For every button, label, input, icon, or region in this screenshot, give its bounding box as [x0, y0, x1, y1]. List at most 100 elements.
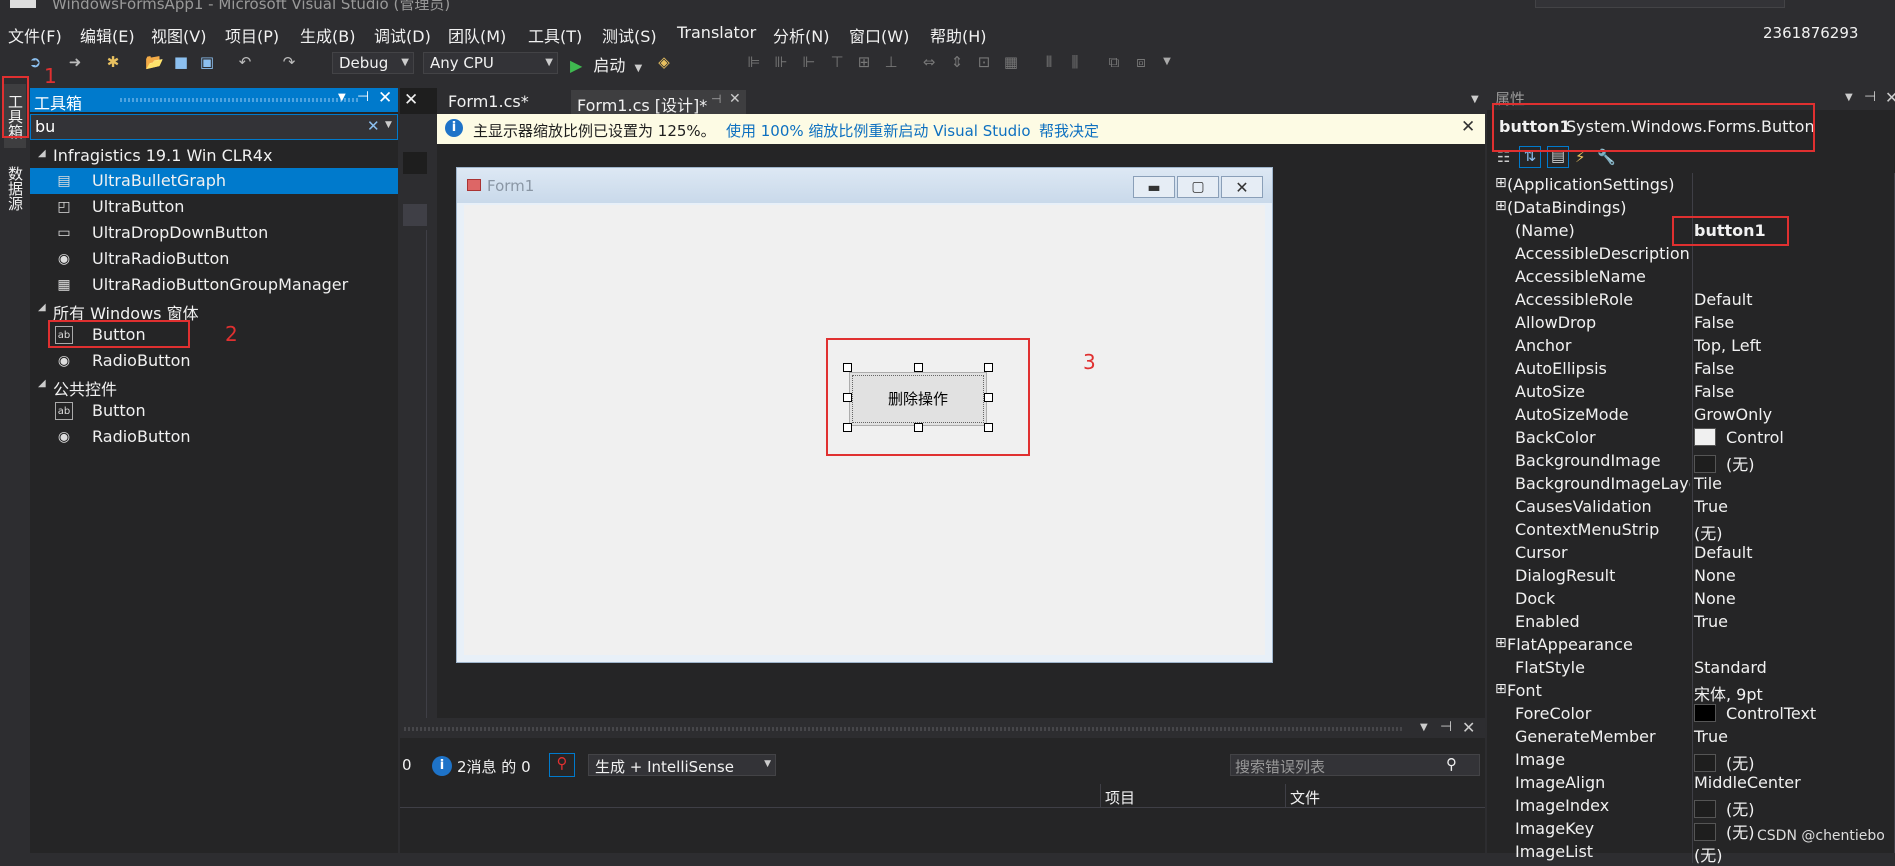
menu-item[interactable]: 窗口(W) [849, 23, 909, 47]
clear-search-icon[interactable]: ✕ [367, 117, 380, 135]
property-value[interactable]: Default [1694, 543, 1752, 562]
property-row[interactable]: GenerateMember True [1487, 725, 1895, 748]
property-value[interactable]: GrowOnly [1694, 405, 1772, 424]
toolbox-item[interactable]: ◰ UltraButton [30, 194, 398, 220]
menu-item[interactable]: 调试(D) [374, 23, 431, 47]
property-row[interactable]: ⊞ Font 宋体, 9pt [1487, 679, 1895, 704]
quick-launch-input[interactable] [1535, 0, 1785, 8]
property-row[interactable]: AutoEllipsis False [1487, 357, 1895, 380]
message-count[interactable]: 2消息 的 0 [457, 756, 531, 777]
vspace-icon[interactable]: ⫼ [1066, 53, 1084, 71]
property-row[interactable]: AccessibleName [1487, 265, 1895, 288]
overflow-icon[interactable]: ▼ [1158, 53, 1176, 71]
menu-item[interactable]: 项目(P) [225, 23, 279, 47]
same-size-icon[interactable]: ⊡ [975, 53, 993, 71]
property-value[interactable]: True [1694, 727, 1728, 746]
expand-plus-icon[interactable]: ⊞ [1495, 681, 1507, 697]
property-value[interactable]: True [1694, 497, 1728, 516]
column-project[interactable]: 项目 [1105, 787, 1135, 808]
tab-form1-cs[interactable]: Form1.cs* [442, 90, 570, 114]
pin-icon[interactable]: ⊣ [1864, 89, 1876, 105]
hspace-icon[interactable]: ⫴ [1040, 53, 1058, 71]
menu-item[interactable]: 文件(F) [8, 23, 62, 47]
property-row[interactable]: BackColor Control [1487, 426, 1895, 449]
maximize-button[interactable]: ▢ [1177, 176, 1219, 198]
property-value[interactable]: MiddleCenter [1694, 773, 1801, 792]
expand-plus-icon[interactable]: ⊞ [1495, 635, 1507, 651]
minimize-button[interactable]: ▬ [1133, 176, 1175, 198]
grid-icon[interactable]: ▦ [1002, 53, 1020, 71]
menu-item[interactable]: 视图(V) [151, 23, 206, 47]
property-row[interactable]: Anchor Top, Left [1487, 334, 1895, 357]
property-row[interactable]: AllowDrop False [1487, 311, 1895, 334]
chevron-down-icon[interactable]: ▼ [1420, 722, 1428, 733]
property-row[interactable]: Image (无) [1487, 748, 1895, 773]
attach-icon[interactable]: ◈ [655, 53, 673, 71]
property-row[interactable]: Enabled True [1487, 610, 1895, 633]
send-back-icon[interactable]: ⧈ [1132, 53, 1150, 71]
property-value[interactable]: False [1694, 359, 1734, 378]
column-file[interactable]: 文件 [1290, 787, 1320, 808]
close-icon[interactable]: ✕ [729, 91, 741, 107]
menu-item[interactable]: 分析(N) [773, 23, 829, 47]
same-width-icon[interactable]: ⇔ [920, 53, 938, 71]
chevron-down-icon[interactable]: ▼ [1845, 92, 1853, 103]
property-row[interactable]: CausesValidation True [1487, 495, 1895, 518]
pin-icon[interactable]: ⊣ [711, 92, 721, 106]
save-icon[interactable]: ■ [172, 53, 190, 71]
expanded-triangle-icon[interactable]: ◢ [38, 302, 46, 313]
toolbox-search-box[interactable]: bu ✕ ▼ [30, 114, 398, 140]
help-decide-link[interactable]: 帮我决定 [1039, 120, 1099, 141]
toolbox-item[interactable]: ◉ RadioButton [30, 348, 398, 374]
property-row[interactable]: BackgroundImage (无) [1487, 449, 1895, 474]
chevron-down-icon[interactable]: ▼ [338, 92, 346, 103]
close-icon[interactable]: ✕ [1461, 117, 1475, 137]
property-row[interactable]: AccessibleRole Default [1487, 288, 1895, 311]
property-value[interactable]: Control [1694, 428, 1784, 447]
property-value[interactable]: True [1694, 612, 1728, 631]
expand-plus-icon[interactable]: ⊞ [1495, 175, 1507, 191]
pin-icon[interactable]: ⊣ [1440, 719, 1452, 735]
toolbox-search-input[interactable]: bu [35, 117, 55, 136]
property-row[interactable]: ⊞ (ApplicationSettings) [1487, 173, 1895, 196]
menu-item[interactable]: 编辑(E) [80, 23, 135, 47]
nav-forward-icon[interactable]: ➜ [66, 53, 84, 71]
expand-plus-icon[interactable]: ⊞ [1495, 198, 1507, 214]
property-row[interactable]: DialogResult None [1487, 564, 1895, 587]
property-row[interactable]: BackgroundImageLayou Tile [1487, 472, 1895, 495]
property-value[interactable]: None [1694, 566, 1736, 585]
property-value[interactable]: Default [1694, 290, 1752, 309]
property-value[interactable]: Standard [1694, 658, 1767, 677]
solution-config-select[interactable]: Debug ▼ [332, 52, 414, 74]
same-height-icon[interactable]: ⇕ [948, 53, 966, 71]
bring-front-icon[interactable]: ⧉ [1105, 53, 1123, 71]
expanded-triangle-icon[interactable]: ◢ [38, 378, 46, 389]
property-value[interactable]: Top, Left [1694, 336, 1761, 355]
property-row[interactable]: AutoSize False [1487, 380, 1895, 403]
save-all-icon[interactable]: ▣ [198, 53, 216, 71]
new-project-icon[interactable]: ✱ [104, 53, 122, 71]
menu-item[interactable]: 生成(B) [300, 23, 355, 47]
start-button[interactable]: ▶ 启动 ▼ [570, 52, 642, 75]
align-right-icon[interactable]: ⊩ [800, 53, 818, 71]
search-icon[interactable]: ⚲ [1446, 755, 1457, 773]
close-icon[interactable]: ✕ [378, 88, 392, 108]
chevron-down-icon[interactable]: ▼ [1471, 94, 1479, 105]
menu-item[interactable]: 团队(M) [448, 23, 506, 47]
menu-item[interactable]: 测试(S) [602, 23, 657, 47]
menu-item[interactable]: Translator [677, 23, 756, 42]
align-top-icon[interactable]: ⊤ [828, 53, 846, 71]
property-value[interactable]: (无) [1694, 842, 1723, 866]
property-row[interactable]: AutoSizeMode GrowOnly [1487, 403, 1895, 426]
align-middle-icon[interactable]: ⊞ [855, 53, 873, 71]
restart-link[interactable]: 使用 100% 缩放比例重新启动 Visual Studio [726, 120, 1031, 141]
chevron-down-icon[interactable]: ▼ [385, 120, 392, 130]
menu-item[interactable]: 帮助(H) [930, 23, 987, 47]
property-value[interactable]: None [1694, 589, 1736, 608]
property-value[interactable]: False [1694, 313, 1734, 332]
nav-back-icon[interactable]: ➲ [26, 53, 44, 71]
close-icon[interactable]: ✕ [1462, 718, 1475, 737]
toolbox-item[interactable]: ab Button [30, 398, 398, 424]
tab-form1-designer[interactable]: Form1.cs [设计]* ⊣ ✕ [571, 90, 746, 115]
property-value[interactable]: ControlText [1694, 704, 1816, 723]
